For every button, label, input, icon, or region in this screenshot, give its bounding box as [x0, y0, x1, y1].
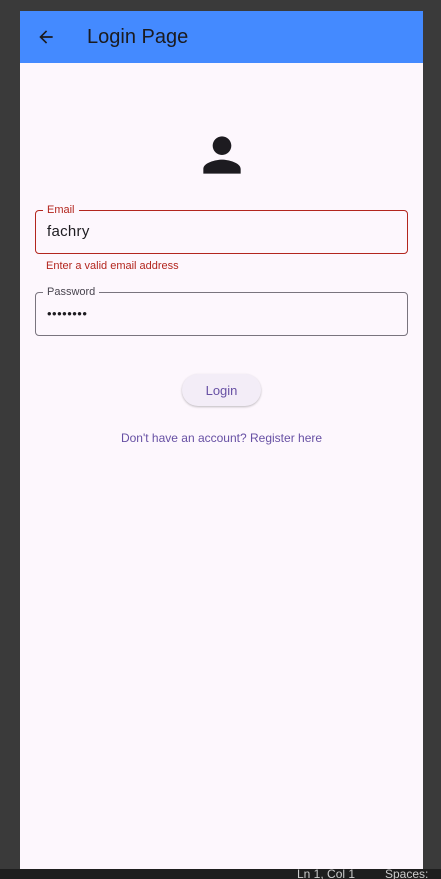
password-field[interactable]: Password ••••••••: [35, 285, 408, 336]
email-error-text: Enter a valid email address: [46, 260, 179, 272]
arrow-back-icon: [39, 30, 53, 44]
password-label: Password: [43, 285, 100, 299]
password-input-value[interactable]: ••••••••: [47, 306, 87, 321]
app-screen: Login Page Email fachry Enter a valid em…: [20, 11, 423, 869]
email-field[interactable]: Email fachry: [35, 203, 408, 254]
email-input-value[interactable]: fachry: [47, 223, 90, 240]
register-link[interactable]: Don't have an account? Register here: [20, 431, 423, 445]
page-title: Login Page: [87, 25, 189, 48]
indent-spaces[interactable]: Spaces:: [385, 869, 428, 879]
login-button[interactable]: Login: [182, 374, 261, 406]
person-icon: [203, 136, 241, 174]
email-label: Email: [43, 203, 79, 217]
app-bar: Login Page: [20, 11, 423, 63]
editor-status-bar: Ln 1, Col 1 Spaces:: [0, 869, 441, 879]
cursor-position[interactable]: Ln 1, Col 1: [297, 869, 355, 879]
back-button[interactable]: [20, 11, 72, 63]
